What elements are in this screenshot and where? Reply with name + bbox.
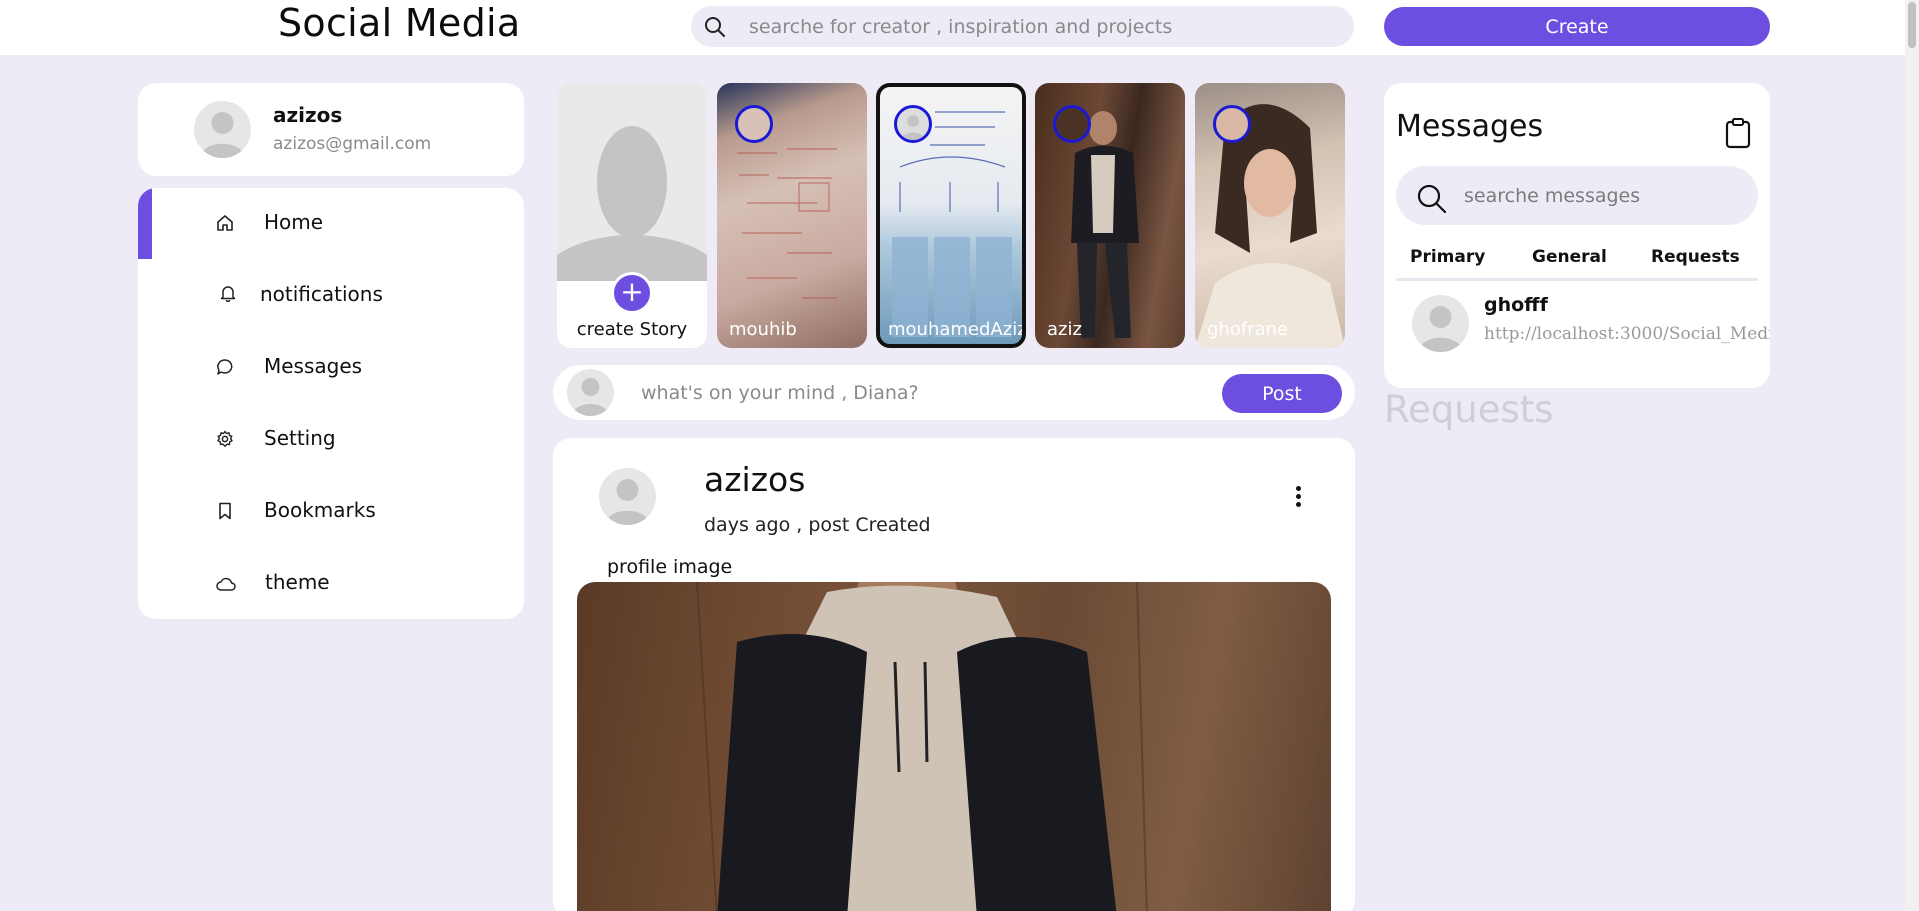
chat-icon bbox=[216, 358, 234, 380]
story-avatar bbox=[1053, 105, 1091, 143]
sidebar-menu: Home notifications Messages Setting Book… bbox=[138, 188, 524, 619]
post-button[interactable]: Post bbox=[1222, 374, 1342, 413]
message-item[interactable]: ghofff http://localhost:3000/Social_Medi… bbox=[1396, 286, 1770, 356]
story-name: mouhib bbox=[729, 319, 797, 340]
sidebar-item-bookmarks[interactable]: Bookmarks bbox=[138, 476, 524, 547]
story-card[interactable]: mouhib bbox=[717, 83, 867, 348]
home-icon bbox=[216, 214, 234, 236]
story-name: ghofrane bbox=[1207, 319, 1289, 340]
more-options-icon[interactable] bbox=[1288, 484, 1308, 514]
cloud-icon bbox=[216, 576, 236, 596]
sidebar-item-label: Messages bbox=[264, 354, 363, 378]
sidebar-item-messages[interactable]: Messages bbox=[138, 332, 524, 403]
sidebar-item-label: theme bbox=[265, 570, 330, 594]
tab-general[interactable]: General bbox=[1532, 247, 1607, 267]
tab-primary[interactable]: Primary bbox=[1410, 247, 1485, 267]
sidebar-item-notifications[interactable]: notifications bbox=[138, 260, 524, 331]
top-bar: Social Media Create bbox=[0, 0, 1905, 55]
post-author[interactable]: azizos bbox=[704, 460, 805, 499]
message-preview: http://localhost:3000/Social_Media bbox=[1484, 324, 1770, 344]
profile-username: azizos bbox=[273, 103, 343, 127]
gear-icon bbox=[216, 430, 234, 452]
post-composer: Post bbox=[553, 365, 1355, 420]
page-scrollbar[interactable] bbox=[1905, 0, 1919, 911]
story-card[interactable]: mouhamedAziz bbox=[876, 83, 1026, 348]
story-name: mouhamedAziz bbox=[888, 319, 1026, 340]
bell-icon bbox=[220, 284, 236, 306]
story-avatar bbox=[735, 105, 773, 143]
story-card[interactable]: ghofrane bbox=[1195, 83, 1345, 348]
story-card[interactable]: aziz bbox=[1035, 83, 1185, 348]
tab-requests[interactable]: Requests bbox=[1651, 247, 1740, 267]
sidebar-item-label: Home bbox=[264, 210, 324, 234]
messages-search[interactable] bbox=[1396, 166, 1758, 225]
story-avatar bbox=[894, 105, 932, 143]
create-story-label: create Story bbox=[576, 319, 688, 340]
composer-input[interactable] bbox=[641, 365, 1201, 420]
sidebar-item-label: notifications bbox=[260, 282, 383, 306]
avatar bbox=[194, 101, 251, 158]
story-name: aziz bbox=[1047, 319, 1082, 340]
requests-heading: Requests bbox=[1384, 388, 1554, 431]
brand-logo[interactable]: Social Media bbox=[278, 1, 520, 45]
search-icon bbox=[703, 15, 727, 43]
profile-card[interactable]: azizos azizos@gmail.com bbox=[138, 83, 524, 176]
feed-post: azizos days ago , post Created profile i… bbox=[553, 438, 1355, 911]
story-avatar bbox=[1213, 105, 1251, 143]
create-button[interactable]: Create bbox=[1384, 7, 1770, 46]
add-story-button[interactable]: + bbox=[611, 272, 653, 314]
messages-panel: Messages Primary General Requests ghofff… bbox=[1384, 83, 1770, 388]
avatar[interactable] bbox=[599, 468, 656, 525]
post-caption: profile image bbox=[607, 556, 733, 578]
bookmark-icon bbox=[218, 502, 232, 524]
messages-title: Messages bbox=[1396, 109, 1544, 144]
placeholder-portrait bbox=[557, 83, 707, 281]
messages-tabs: Primary General Requests bbox=[1396, 243, 1758, 281]
clipboard-icon[interactable] bbox=[1725, 117, 1751, 153]
profile-email: azizos@gmail.com bbox=[273, 134, 432, 154]
global-search[interactable] bbox=[691, 6, 1354, 47]
scrollbar-thumb[interactable] bbox=[1908, 2, 1916, 48]
sidebar-item-home[interactable]: Home bbox=[138, 188, 524, 259]
post-image[interactable] bbox=[577, 582, 1331, 911]
post-meta: days ago , post Created bbox=[704, 514, 931, 536]
search-icon bbox=[1416, 184, 1448, 218]
avatar bbox=[1412, 295, 1469, 352]
sidebar-item-label: Bookmarks bbox=[264, 498, 376, 522]
create-story-card[interactable]: + create Story bbox=[557, 83, 707, 348]
messages-search-input[interactable] bbox=[1464, 166, 1744, 225]
search-input[interactable] bbox=[749, 6, 1339, 47]
sidebar-item-theme[interactable]: theme bbox=[138, 548, 524, 619]
sidebar-item-setting[interactable]: Setting bbox=[138, 404, 524, 475]
message-sender: ghofff bbox=[1484, 294, 1548, 316]
avatar bbox=[567, 369, 614, 416]
sidebar-item-label: Setting bbox=[264, 426, 336, 450]
